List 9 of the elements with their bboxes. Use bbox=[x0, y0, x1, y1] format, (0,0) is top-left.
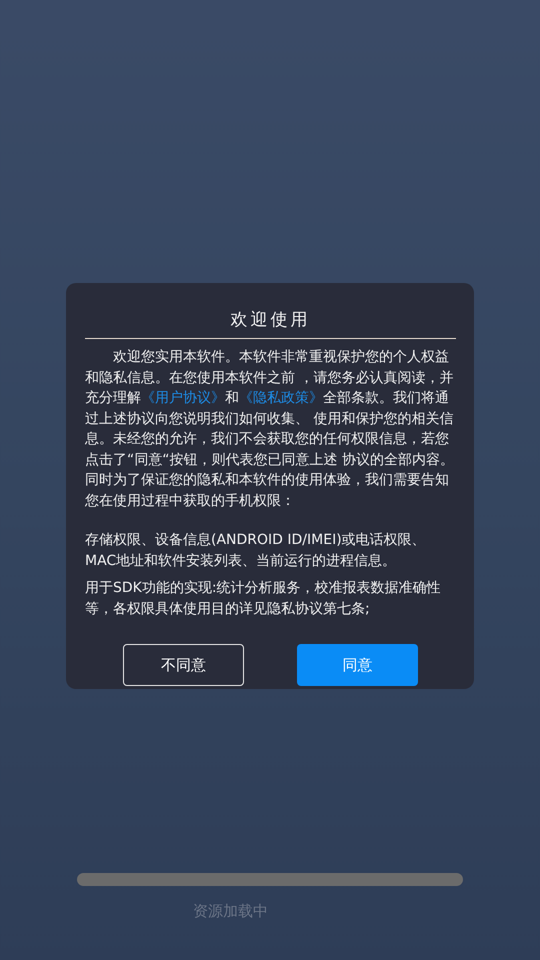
privacy-policy-link[interactable]: 《隐私政策》 bbox=[239, 390, 323, 406]
loading-text: 资源加载中 bbox=[193, 902, 269, 921]
intro-paragraph: 欢迎您实用本软件。本软件非常重视保护您的个人权益和隐私信息。在您使用本软件之前 ，请您务必认真阅读，并充分理解《用户协议》和《隐私政策》全部条款。我们将通过上述协议向您说明我们如何收集、 使用和保护您的相关信息。未经您的允许，我们不会获取您的任何权限信息，若您点击了“同意“按钮，则代表您已同意上述 协议的全部内容。同时为了保证您的隐私和本软件的使用体验，我们需要告知您在使用过程中获取的手机权限： bbox=[85, 348, 455, 510]
disagree-button[interactable]: 不同意 bbox=[123, 644, 244, 686]
user-agreement-link[interactable]: 《用户协议》 bbox=[141, 390, 225, 406]
permission-paragraph: 存储权限、设备信息(ANDROID ID/IMEI)或电话权限、MAC地址和软件安装列表、当前运行的进程信息。 bbox=[85, 531, 427, 571]
dialog-title: 欢迎使用 bbox=[230, 309, 312, 331]
permission-paragraph: 用于SDK功能的实现:统计分析服务，校准报表数据准确性等，各权限具体使用目的详见隐私协议第七条; bbox=[85, 579, 442, 619]
agree-button[interactable]: 同意 bbox=[297, 644, 418, 686]
